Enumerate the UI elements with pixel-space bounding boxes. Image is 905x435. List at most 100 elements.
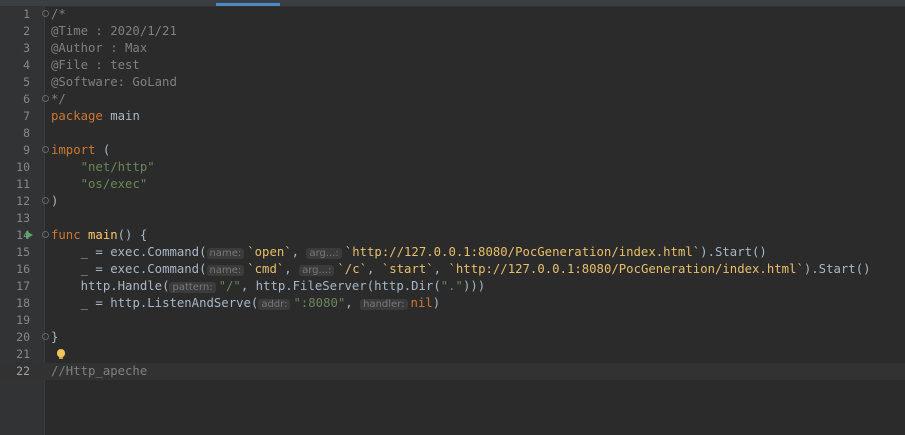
- code-content: "os/exec": [51, 176, 148, 193]
- code-line[interactable]: 20}: [0, 329, 905, 346]
- comment-text: /*: [51, 7, 66, 21]
- keyword: import: [51, 143, 96, 157]
- method-call: Start: [818, 262, 856, 276]
- run-gutter-icon[interactable]: [26, 231, 33, 239]
- function-name: main: [88, 228, 118, 242]
- code-content: /*: [51, 6, 66, 23]
- code-text: = http.: [88, 296, 148, 310]
- import-path-string: "os/exec": [80, 177, 148, 191]
- code-content: http.Handle (pattern: "/", http.FileServer…: [51, 278, 485, 296]
- code-text: ,: [433, 262, 449, 276]
- code-line[interactable]: 9 import (: [0, 142, 905, 159]
- line-number: 9: [23, 143, 30, 157]
- line-number: 7: [23, 109, 30, 123]
- fold-marker-icon[interactable]: [42, 197, 49, 204]
- comment-text: @File : test: [51, 58, 140, 72]
- line-number: 4: [23, 58, 30, 72]
- method-call: Handle: [117, 279, 163, 293]
- code-line[interactable]: 19: [0, 312, 905, 329]
- code-line[interactable]: 17 http.Handle (pattern: "/", http.FileSer…: [0, 278, 905, 295]
- string-arg: "/": [218, 279, 241, 293]
- parameter-hint: name:: [206, 265, 245, 276]
- string-arg: ".": [440, 279, 463, 293]
- blank-identifier: _: [80, 245, 89, 259]
- code-line[interactable]: 1 /*: [0, 6, 905, 23]
- method-call: Command: [147, 262, 200, 276]
- code-content: _ = exec.Command(name: `open`, arg...: `ht…: [51, 244, 767, 262]
- blank-identifier: _: [80, 296, 89, 310]
- code-line[interactable]: 15 _ = exec.Command(name: `open`, arg...:…: [0, 244, 905, 261]
- code-line[interactable]: 13: [0, 210, 905, 227]
- fold-marker-icon[interactable]: [42, 95, 49, 102]
- raw-string-arg: `http://127.0.0.1:8080/PocGeneration/ind…: [344, 245, 701, 259]
- code-line[interactable]: 7 package main: [0, 108, 905, 125]
- intention-bulb-icon[interactable]: [57, 349, 65, 359]
- line-number: 1: [23, 7, 30, 21]
- code-content: ): [51, 193, 58, 210]
- comment-text: //Http_apeche: [51, 364, 148, 378]
- code-text: ): [51, 194, 59, 208]
- code-line[interactable]: 6 */: [0, 91, 905, 108]
- fold-marker-icon[interactable]: [42, 333, 49, 340]
- method-call: Command: [147, 245, 200, 259]
- code-text: () {: [117, 228, 148, 242]
- import-path-string: "net/http": [80, 160, 155, 174]
- code-line[interactable]: 16 _ = exec.Command(name: `cmd`, arg...: `…: [0, 261, 905, 278]
- code-text: , http.: [240, 279, 293, 293]
- code-line[interactable]: 2 @Time : 2020/1/21: [0, 23, 905, 40]
- code-content: @Author : Max: [51, 40, 147, 57]
- line-number: 11: [16, 177, 30, 191]
- code-content: //Http_apeche: [51, 363, 147, 380]
- code-content: "net/http": [51, 159, 155, 176]
- fold-marker-icon[interactable]: [42, 10, 49, 17]
- comment-text: @Time : 2020/1/21: [51, 24, 177, 38]
- code-line[interactable]: 18 _ = http.ListenAndServe(addr: ":8080",…: [0, 295, 905, 312]
- code-text: = exec.: [88, 245, 148, 259]
- raw-string-arg: `open`: [247, 245, 292, 259]
- code-text: (: [199, 245, 207, 259]
- line-number: 5: [23, 75, 30, 89]
- line-number: 21: [16, 347, 30, 361]
- code-text: http.: [80, 279, 118, 293]
- code-line[interactable]: 4 @File : test: [0, 57, 905, 74]
- code-content: import (: [51, 142, 110, 159]
- parameter-hint: pattern:: [169, 282, 216, 293]
- line-number: 18: [16, 296, 30, 310]
- string-arg: ":8080": [293, 296, 346, 310]
- code-line[interactable]: 11 "os/exec": [0, 176, 905, 193]
- method-call: Start: [714, 245, 753, 259]
- comment-text: @Author : Max: [51, 41, 148, 55]
- code-line[interactable]: 14 func main() {: [0, 227, 905, 244]
- parameter-hint: handler:: [360, 299, 408, 310]
- code-text: }: [51, 330, 59, 344]
- line-number: 8: [23, 126, 30, 140]
- code-line[interactable]: 10 "net/http": [0, 159, 905, 176]
- code-text: (: [95, 143, 111, 157]
- parameter-hint: arg...:: [299, 265, 335, 276]
- line-number: 3: [23, 41, 30, 55]
- code-content: func main() {: [51, 227, 147, 244]
- line-number: 6: [23, 92, 30, 106]
- code-content: }: [51, 329, 58, 346]
- code-content: package main: [51, 108, 140, 125]
- code-text: ).: [700, 245, 715, 259]
- keyword: package: [51, 109, 103, 123]
- code-line[interactable]: 8: [0, 125, 905, 142]
- code-text: ,: [367, 262, 382, 276]
- code-line[interactable]: 21: [0, 346, 905, 363]
- line-number: 15: [16, 245, 30, 259]
- parameter-hint: addr:: [258, 299, 291, 310]
- line-number: 19: [16, 313, 30, 327]
- code-content: _ = exec.Command(name: `cmd`, arg...: `/c`…: [51, 261, 871, 279]
- code-line[interactable]: 3 @Author : Max: [0, 40, 905, 57]
- code-text: ): [432, 296, 441, 310]
- code-line[interactable]: 5 @Software: GoLand: [0, 74, 905, 91]
- code-line[interactable]: 12): [0, 193, 905, 210]
- blank-identifier: _: [80, 262, 89, 276]
- fold-marker-icon[interactable]: [42, 146, 49, 153]
- code-content: @File : test: [51, 57, 140, 74]
- fold-marker-icon[interactable]: [42, 231, 49, 238]
- keyword: func: [51, 228, 81, 242]
- code-line[interactable]: 22 //Http_apeche: [0, 363, 905, 380]
- code-content: @Software: GoLand: [51, 74, 177, 91]
